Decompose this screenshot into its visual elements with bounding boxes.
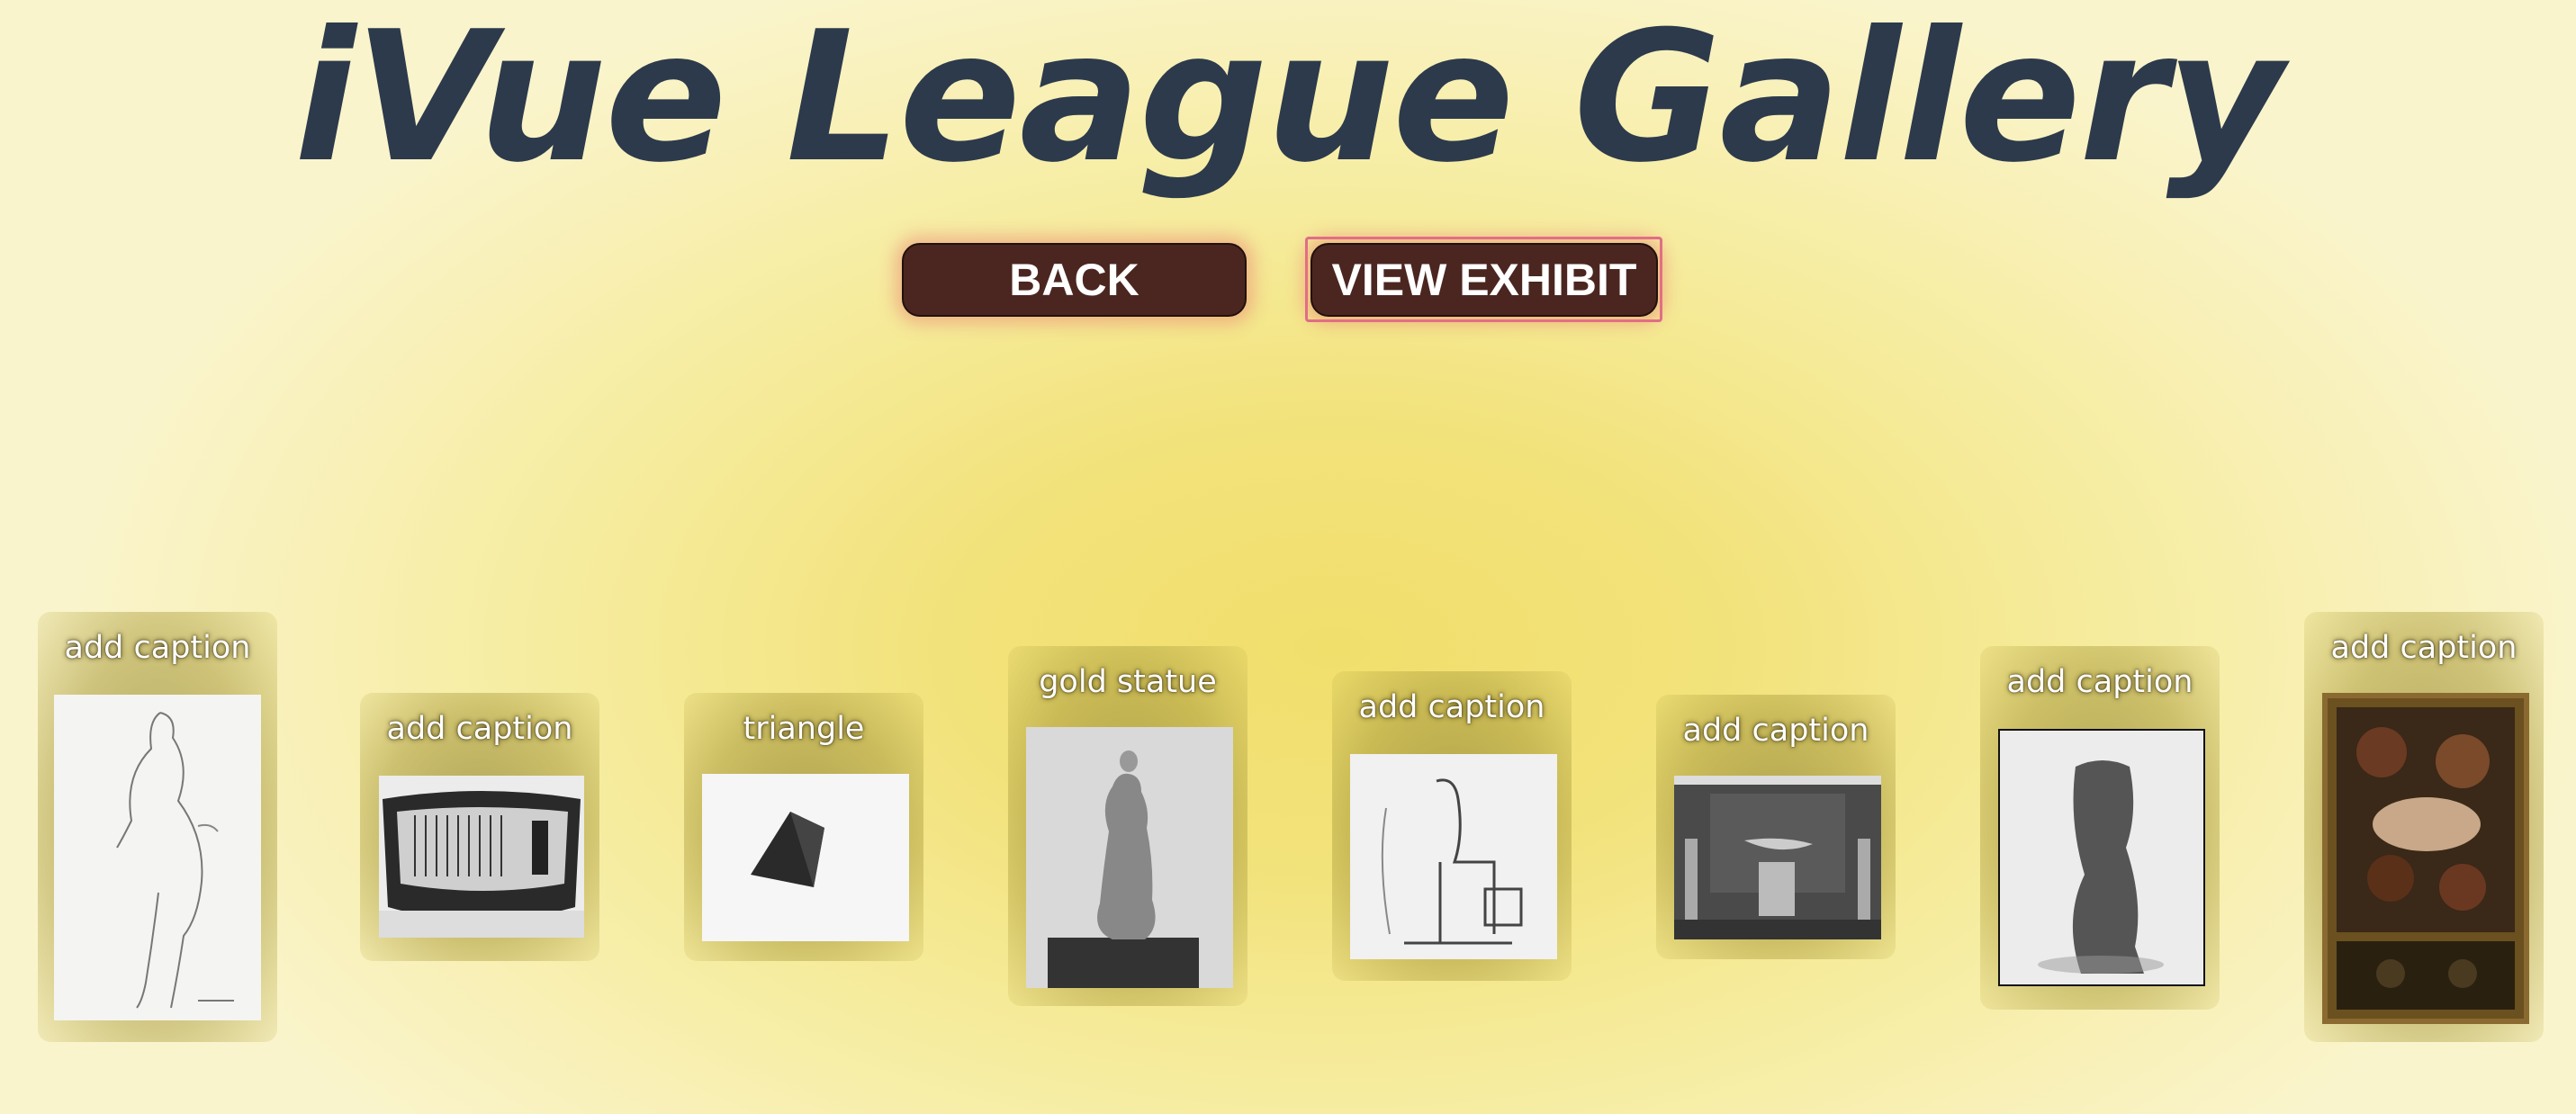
- seated-figure-sketch-image: [1350, 754, 1557, 959]
- gallery-item-2[interactable]: add caption: [360, 693, 599, 961]
- gallery-item-3[interactable]: triangle: [684, 693, 923, 961]
- gallery-caption[interactable]: add caption: [360, 711, 599, 747]
- gallery-caption[interactable]: add caption: [1980, 664, 2220, 700]
- gallery-caption[interactable]: add caption: [1332, 689, 1572, 725]
- gallery-caption[interactable]: add caption: [2304, 630, 2544, 666]
- gallery-item-1[interactable]: add caption: [38, 612, 277, 1042]
- loom-vase-image: [379, 776, 584, 938]
- gallery-room-image: [1674, 776, 1881, 939]
- gallery-caption[interactable]: gold statue: [1008, 664, 1247, 700]
- gallery-caption[interactable]: add caption: [38, 630, 277, 666]
- figure-sketch-image: [54, 695, 261, 1020]
- woman-statue-image: [1026, 727, 1233, 988]
- gallery-item-8[interactable]: add caption: [2304, 612, 2544, 1042]
- gallery-item-4[interactable]: gold statue: [1008, 646, 1247, 1006]
- page-title: iVue League Gallery: [293, 0, 2283, 202]
- view-exhibit-button[interactable]: VIEW EXHIBIT: [1311, 243, 1658, 317]
- gallery-item-6[interactable]: add caption: [1656, 695, 1896, 959]
- back-button[interactable]: BACK: [902, 243, 1247, 317]
- gallery-item-5[interactable]: add caption: [1332, 671, 1572, 981]
- gallery-item-7[interactable]: add caption: [1980, 646, 2220, 1010]
- framed-painting-image: [2322, 693, 2529, 1024]
- torso-sculpture-image: [1998, 729, 2205, 986]
- gallery-caption[interactable]: triangle: [684, 711, 923, 747]
- pyramid-object-image: [702, 774, 909, 941]
- gallery-caption[interactable]: add caption: [1656, 713, 1896, 749]
